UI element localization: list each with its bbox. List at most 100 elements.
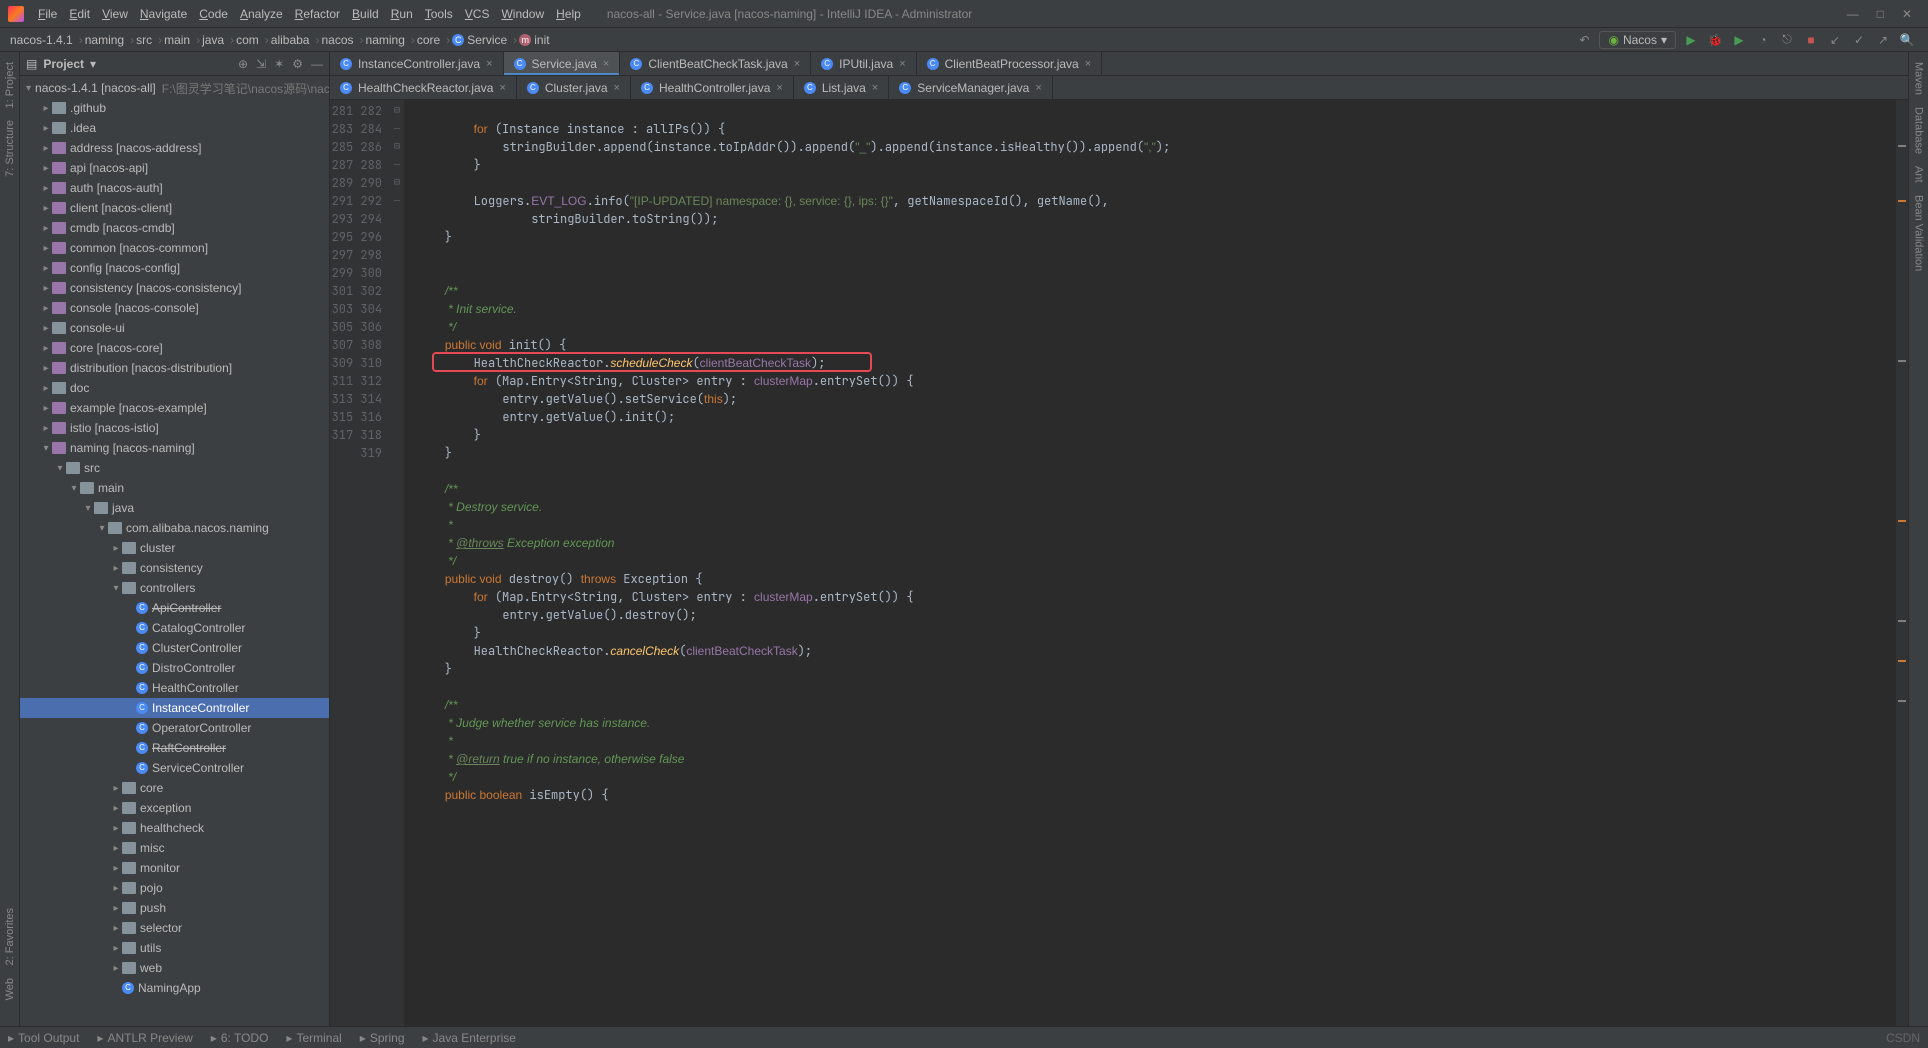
tree-item[interactable]: ▸console [nacos-console] bbox=[20, 298, 329, 318]
tree-item[interactable]: ▸exception bbox=[20, 798, 329, 818]
tree-item[interactable]: ▸selector bbox=[20, 918, 329, 938]
close-tab-icon[interactable]: × bbox=[794, 58, 800, 70]
tree-item[interactable]: CRaftController bbox=[20, 738, 329, 758]
chevron-down-icon[interactable]: ▾ bbox=[90, 57, 96, 71]
breadcrumb-item[interactable]: core bbox=[411, 33, 446, 47]
editor-tab[interactable]: CClientBeatCheckTask.java× bbox=[620, 52, 811, 75]
tool-tab-database[interactable]: Database bbox=[1911, 101, 1927, 160]
breadcrumb-item[interactable]: src bbox=[130, 33, 158, 47]
tree-item[interactable]: ▸common [nacos-common] bbox=[20, 238, 329, 258]
tool-tab-ant[interactable]: Ant bbox=[1911, 160, 1927, 189]
attach-icon[interactable]: ⎋ bbox=[1778, 31, 1796, 49]
tool-tab-beanvalidation[interactable]: Bean Validation bbox=[1911, 189, 1927, 277]
tree-item[interactable]: COperatorController bbox=[20, 718, 329, 738]
error-stripe[interactable] bbox=[1896, 100, 1908, 1026]
tree-item[interactable]: ▾src bbox=[20, 458, 329, 478]
tree-item[interactable]: ▸api [nacos-api] bbox=[20, 158, 329, 178]
tree-item[interactable]: ▸client [nacos-client] bbox=[20, 198, 329, 218]
tree-item[interactable]: ▸auth [nacos-auth] bbox=[20, 178, 329, 198]
tree-item[interactable]: CNamingApp bbox=[20, 978, 329, 998]
bottom-tool-spring[interactable]: ▸Spring bbox=[360, 1031, 405, 1045]
breadcrumb-item[interactable]: main bbox=[158, 33, 196, 47]
breadcrumb-item[interactable]: com bbox=[230, 33, 265, 47]
gear-icon[interactable]: ⚙ bbox=[292, 57, 303, 71]
tool-tab-favorites[interactable]: 2: Favorites bbox=[2, 902, 18, 971]
debug-icon[interactable]: 🐞 bbox=[1706, 31, 1724, 49]
breadcrumb-item[interactable]: java bbox=[196, 33, 230, 47]
hide-icon[interactable]: — bbox=[311, 57, 323, 71]
tree-item[interactable]: ▸core bbox=[20, 778, 329, 798]
editor-tab[interactable]: CList.java× bbox=[794, 76, 889, 99]
tree-item[interactable]: ▸cmdb [nacos-cmdb] bbox=[20, 218, 329, 238]
menu-window[interactable]: Window bbox=[495, 5, 550, 23]
tree-item[interactable]: CDistroController bbox=[20, 658, 329, 678]
collapse-icon[interactable]: ✶ bbox=[274, 57, 284, 71]
close-tab-icon[interactable]: × bbox=[1035, 82, 1041, 94]
tree-item[interactable]: ▸istio [nacos-istio] bbox=[20, 418, 329, 438]
git-push-icon[interactable]: ↗ bbox=[1874, 31, 1892, 49]
close-tab-icon[interactable]: × bbox=[1085, 58, 1091, 70]
menu-view[interactable]: View bbox=[96, 5, 134, 23]
bottom-tool-tooloutput[interactable]: ▸Tool Output bbox=[8, 1031, 79, 1045]
bottom-tool-antlrpreview[interactable]: ▸ANTLR Preview bbox=[97, 1031, 192, 1045]
breadcrumb-item[interactable]: naming bbox=[79, 33, 130, 47]
tree-item[interactable]: CServiceController bbox=[20, 758, 329, 778]
menu-vcs[interactable]: VCS bbox=[459, 5, 496, 23]
editor-tab[interactable]: CInstanceController.java× bbox=[330, 52, 504, 75]
tree-item[interactable]: CCatalogController bbox=[20, 618, 329, 638]
tree-item[interactable]: ▾controllers bbox=[20, 578, 329, 598]
close-tab-icon[interactable]: × bbox=[614, 82, 620, 94]
bottom-tool-6todo[interactable]: ▸6: TODO bbox=[211, 1031, 269, 1045]
tree-item[interactable]: ▸example [nacos-example] bbox=[20, 398, 329, 418]
code-editor[interactable]: for (Instance instance : allIPs()) { str… bbox=[404, 100, 1896, 1026]
run-icon[interactable]: ▶ bbox=[1682, 31, 1700, 49]
tree-item[interactable]: CApiController bbox=[20, 598, 329, 618]
run-config-selector[interactable]: ◉ Nacos ▾ bbox=[1599, 31, 1676, 49]
tree-item[interactable]: ▸config [nacos-config] bbox=[20, 258, 329, 278]
editor-tab[interactable]: CIPUtil.java× bbox=[811, 52, 916, 75]
tree-item[interactable]: ▾main bbox=[20, 478, 329, 498]
tree-item[interactable]: ▸push bbox=[20, 898, 329, 918]
close-tab-icon[interactable]: × bbox=[603, 58, 609, 70]
bottom-tool-terminal[interactable]: ▸Terminal bbox=[286, 1031, 341, 1045]
expand-icon[interactable]: ⇲ bbox=[256, 57, 266, 71]
menu-navigate[interactable]: Navigate bbox=[134, 5, 193, 23]
tree-item[interactable]: ▸misc bbox=[20, 838, 329, 858]
breadcrumb-item[interactable]: naming bbox=[360, 33, 411, 47]
editor-tab[interactable]: CService.java× bbox=[504, 52, 621, 75]
tree-item[interactable]: CHealthController bbox=[20, 678, 329, 698]
menu-code[interactable]: Code bbox=[193, 5, 234, 23]
project-tree[interactable]: ▾nacos-1.4.1 [nacos-all]F:\图灵学习笔记\nacos源… bbox=[20, 76, 329, 1026]
tree-item[interactable]: ▸.github bbox=[20, 98, 329, 118]
tool-tab-web[interactable]: Web bbox=[2, 972, 18, 1006]
tree-item[interactable]: ▾java bbox=[20, 498, 329, 518]
minimize-icon[interactable]: — bbox=[1847, 7, 1859, 21]
menu-build[interactable]: Build bbox=[346, 5, 385, 23]
maximize-icon[interactable]: □ bbox=[1877, 7, 1884, 21]
menu-tools[interactable]: Tools bbox=[419, 5, 459, 23]
breadcrumb-item[interactable]: nacos-1.4.1 bbox=[4, 33, 79, 47]
breadcrumb-item[interactable]: CService bbox=[446, 33, 513, 47]
tree-item[interactable]: CClusterController bbox=[20, 638, 329, 658]
tool-tab-project[interactable]: 1: Project bbox=[2, 56, 18, 114]
tool-tab-structure[interactable]: 7: Structure bbox=[2, 114, 18, 183]
tree-item[interactable]: ▸distribution [nacos-distribution] bbox=[20, 358, 329, 378]
tool-tab-maven[interactable]: Maven bbox=[1911, 56, 1927, 101]
tree-item[interactable]: ▾naming [nacos-naming] bbox=[20, 438, 329, 458]
tree-item[interactable]: ▸monitor bbox=[20, 858, 329, 878]
code-area[interactable]: 281 282 283 284 285 286 287 288 289 290 … bbox=[330, 100, 1908, 1026]
menu-run[interactable]: Run bbox=[385, 5, 419, 23]
close-tab-icon[interactable]: × bbox=[872, 82, 878, 94]
breadcrumb-item[interactable]: nacos bbox=[315, 33, 359, 47]
breadcrumb-item[interactable]: alibaba bbox=[265, 33, 316, 47]
fold-gutter[interactable]: ⊟ — ⊟ — ⊟ — bbox=[390, 100, 404, 1026]
menu-edit[interactable]: Edit bbox=[63, 5, 96, 23]
tree-item[interactable]: ▸consistency [nacos-consistency] bbox=[20, 278, 329, 298]
tree-item[interactable]: ▸doc bbox=[20, 378, 329, 398]
editor-tab[interactable]: CClientBeatProcessor.java× bbox=[917, 52, 1103, 75]
menu-help[interactable]: Help bbox=[550, 5, 587, 23]
tree-item[interactable]: ▸healthcheck bbox=[20, 818, 329, 838]
close-tab-icon[interactable]: × bbox=[776, 82, 782, 94]
tree-item[interactable]: ▸cluster bbox=[20, 538, 329, 558]
select-opened-icon[interactable]: ⊕ bbox=[238, 57, 248, 71]
